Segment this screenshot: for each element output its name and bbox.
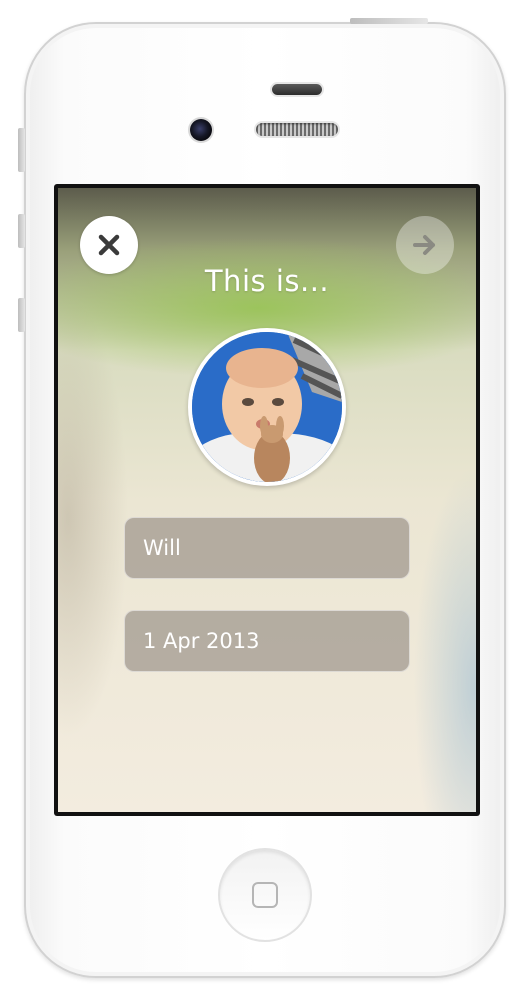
volume-down-button (18, 298, 25, 332)
name-field[interactable]: Will (124, 517, 410, 579)
volume-switch (18, 128, 25, 172)
app-view: This is... Will 1 Apr 2013 (58, 188, 476, 812)
birthdate-field[interactable]: 1 Apr 2013 (124, 610, 410, 672)
sensor-grille (272, 84, 322, 95)
earpiece-speaker (256, 123, 338, 136)
front-camera (190, 119, 212, 141)
phone-screen: This is... Will 1 Apr 2013 (54, 184, 480, 816)
close-icon (98, 234, 120, 256)
home-button[interactable] (218, 848, 312, 942)
page-title: This is... (204, 264, 330, 298)
arrow-right-icon (413, 235, 435, 255)
volume-up-button (18, 214, 25, 248)
baby-photo (192, 332, 342, 482)
home-square-icon (252, 882, 278, 908)
power-button (350, 18, 428, 24)
profile-photo[interactable] (188, 328, 346, 486)
